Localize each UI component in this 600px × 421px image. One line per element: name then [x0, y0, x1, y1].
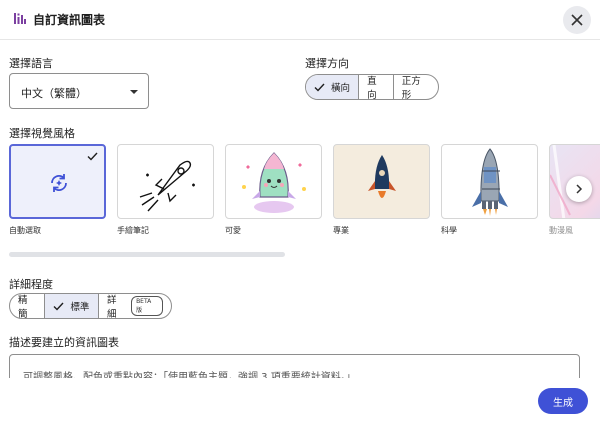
style-label-auto: 自動選取: [9, 226, 41, 235]
sketch-rocket-icon: [139, 160, 195, 212]
language-label: 選擇語言: [9, 57, 53, 70]
cute-rocket-icon: [242, 152, 306, 213]
close-icon: [571, 14, 583, 26]
footer-area: [0, 378, 600, 421]
dialog-title: 自訂資訊圖表: [33, 13, 106, 27]
detail-detailed[interactable]: 詳細 BETA 版: [99, 294, 171, 318]
style-card-scientific[interactable]: [441, 144, 538, 219]
check-icon: [87, 152, 98, 161]
style-card-auto[interactable]: [9, 144, 106, 219]
style-label-anime: 動漫風: [549, 226, 573, 235]
detail-label: 詳細程度: [9, 278, 53, 291]
detail-brief[interactable]: 精簡: [10, 294, 45, 318]
style-card-sketch[interactable]: [117, 144, 214, 219]
dialog-header: 自訂資訊圖表: [0, 0, 600, 40]
chevron-down-icon: [130, 90, 138, 94]
close-button[interactable]: [563, 6, 591, 34]
language-value: 中文（繁體）: [21, 87, 87, 100]
style-card-cute[interactable]: [225, 144, 322, 219]
check-icon: [314, 83, 325, 92]
style-label-professional: 專業: [333, 226, 349, 235]
detail-standard[interactable]: 標準: [44, 294, 100, 318]
bar-chart-icon: [14, 13, 26, 24]
orientation-portrait[interactable]: 直向: [359, 75, 394, 99]
style-label-cute: 可愛: [225, 226, 241, 235]
chevron-right-icon: [576, 184, 583, 194]
style-label-sketch: 手繪筆記: [117, 226, 149, 235]
check-icon: [53, 302, 64, 311]
orientation-label: 選擇方向: [305, 57, 349, 70]
generate-button[interactable]: 生成: [538, 388, 588, 414]
orientation-toggle: 橫向 直向 正方形: [305, 74, 439, 100]
beta-badge: BETA 版: [131, 296, 163, 316]
carousel-scrollbar[interactable]: [9, 252, 285, 257]
auto-refresh-icon: [51, 174, 67, 192]
orientation-square[interactable]: 正方形: [394, 75, 438, 99]
orientation-landscape[interactable]: 橫向: [306, 75, 360, 99]
professional-rocket-icon: [368, 155, 396, 198]
describe-label: 描述要建立的資訊圖表: [9, 336, 119, 349]
style-carousel: [9, 144, 600, 224]
language-select[interactable]: 中文（繁體）: [9, 73, 149, 109]
style-label: 選擇視覺風格: [9, 127, 75, 140]
style-label-scientific: 科學: [441, 226, 457, 235]
style-card-professional[interactable]: [333, 144, 430, 219]
detail-toggle: 精簡 標準 詳細 BETA 版: [9, 293, 172, 319]
carousel-next-button[interactable]: [566, 176, 592, 202]
scientific-rocket-icon: [472, 148, 508, 216]
